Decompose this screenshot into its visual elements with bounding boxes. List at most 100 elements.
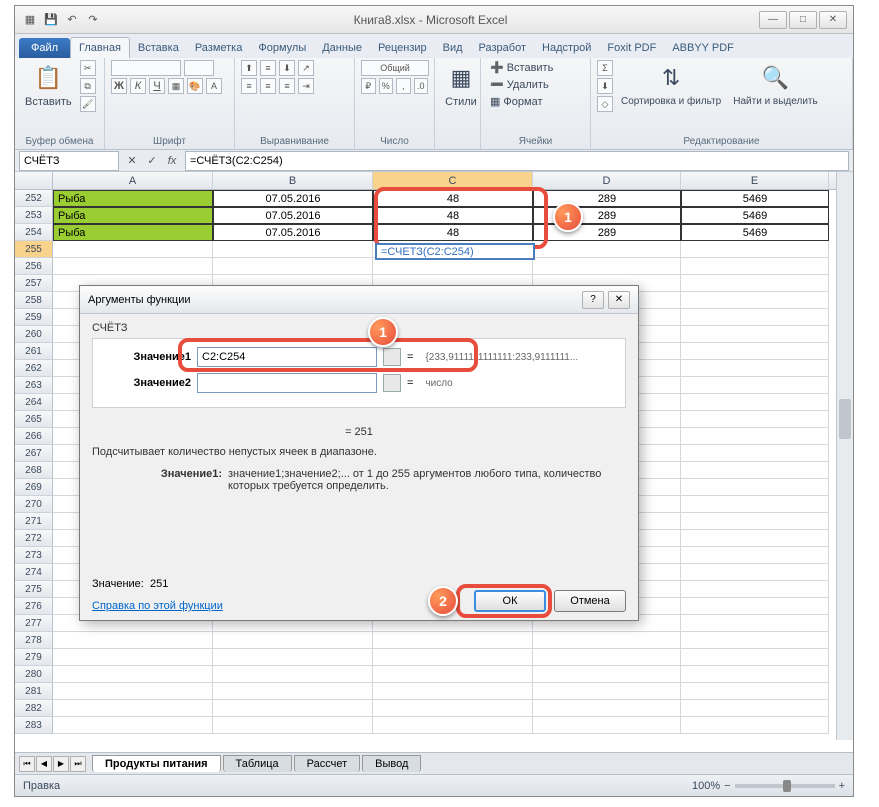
- align-top-icon[interactable]: ⬆: [241, 60, 257, 76]
- arg2-input[interactable]: [197, 373, 377, 393]
- cell[interactable]: [53, 632, 213, 649]
- format-cells[interactable]: ▦Формат: [487, 94, 556, 109]
- sheet-tab-4[interactable]: Вывод: [362, 755, 421, 772]
- row-header[interactable]: 261: [15, 343, 53, 360]
- home-tab[interactable]: Главная: [70, 37, 130, 58]
- orient-icon[interactable]: ↗: [298, 60, 314, 76]
- cell[interactable]: [681, 394, 829, 411]
- cell[interactable]: 07.05.2016: [213, 190, 373, 207]
- clear-icon[interactable]: ◇: [597, 96, 613, 112]
- row-header[interactable]: 255: [15, 241, 53, 258]
- cell[interactable]: Рыба: [53, 207, 213, 224]
- row-header[interactable]: 252: [15, 190, 53, 207]
- ok-button[interactable]: ОК: [474, 590, 546, 612]
- vertical-scrollbar[interactable]: [836, 172, 853, 740]
- indent-icon[interactable]: ⇥: [298, 78, 314, 94]
- cell[interactable]: [213, 649, 373, 666]
- cell[interactable]: [681, 666, 829, 683]
- zoom-out-icon[interactable]: −: [724, 780, 730, 792]
- cell[interactable]: [533, 683, 681, 700]
- align-bot-icon[interactable]: ⬇: [279, 60, 295, 76]
- layout-tab[interactable]: Разметка: [187, 38, 251, 58]
- cell[interactable]: [681, 615, 829, 632]
- cell[interactable]: [681, 428, 829, 445]
- cell[interactable]: [681, 513, 829, 530]
- row-header[interactable]: 265: [15, 411, 53, 428]
- cell[interactable]: [533, 700, 681, 717]
- cell[interactable]: [533, 649, 681, 666]
- row-header[interactable]: 253: [15, 207, 53, 224]
- zoom-thumb[interactable]: [783, 780, 791, 792]
- cell[interactable]: [533, 241, 681, 258]
- col-E[interactable]: E: [681, 172, 829, 189]
- cell[interactable]: [533, 632, 681, 649]
- cut-icon[interactable]: ✂: [80, 60, 96, 76]
- fx-icon[interactable]: fx: [163, 152, 181, 170]
- row-header[interactable]: 256: [15, 258, 53, 275]
- row-header[interactable]: 266: [15, 428, 53, 445]
- row-header[interactable]: 282: [15, 700, 53, 717]
- scrollbar-thumb[interactable]: [839, 399, 851, 439]
- row-header[interactable]: 274: [15, 564, 53, 581]
- cell[interactable]: [533, 258, 681, 275]
- cell[interactable]: [53, 683, 213, 700]
- formulas-tab[interactable]: Формулы: [250, 38, 314, 58]
- row-header[interactable]: 267: [15, 445, 53, 462]
- file-tab[interactable]: Файл: [19, 38, 70, 58]
- row-header[interactable]: 283: [15, 717, 53, 734]
- cell[interactable]: [53, 666, 213, 683]
- sheet-prev-icon[interactable]: ◀: [36, 756, 52, 772]
- save-icon[interactable]: 💾: [42, 11, 60, 29]
- cancel-button[interactable]: Отмена: [554, 590, 626, 612]
- dialog-help-button[interactable]: ?: [582, 291, 604, 309]
- cell[interactable]: 289: [533, 190, 681, 207]
- row-header[interactable]: 257: [15, 275, 53, 292]
- row-header[interactable]: 275: [15, 581, 53, 598]
- cell[interactable]: 5469: [681, 190, 829, 207]
- insert-tab[interactable]: Вставка: [130, 38, 187, 58]
- row-header[interactable]: 258: [15, 292, 53, 309]
- cell[interactable]: [533, 717, 681, 734]
- currency-icon[interactable]: ₽: [361, 78, 376, 94]
- cell[interactable]: 48: [373, 207, 533, 224]
- cell[interactable]: [681, 411, 829, 428]
- fill-icon2[interactable]: ⬇: [597, 78, 613, 94]
- addins-tab[interactable]: Надстрой: [534, 38, 599, 58]
- cell[interactable]: [533, 666, 681, 683]
- row-header[interactable]: 279: [15, 649, 53, 666]
- row-header[interactable]: 254: [15, 224, 53, 241]
- cell[interactable]: [681, 530, 829, 547]
- sheet-tab-1[interactable]: Продукты питания: [92, 755, 221, 772]
- fill-icon[interactable]: 🎨: [187, 78, 203, 94]
- cell[interactable]: [373, 700, 533, 717]
- cell[interactable]: [213, 632, 373, 649]
- sort-filter-button[interactable]: ⇅Сортировка и фильтр: [617, 60, 725, 109]
- cell[interactable]: 07.05.2016: [213, 224, 373, 241]
- cell[interactable]: [681, 564, 829, 581]
- insert-cells[interactable]: ➕Вставить: [487, 60, 556, 75]
- cell[interactable]: 48: [373, 190, 533, 207]
- row-header[interactable]: 270: [15, 496, 53, 513]
- cell[interactable]: [373, 632, 533, 649]
- align-right-icon[interactable]: ≡: [279, 78, 295, 94]
- formula-bar[interactable]: =СЧЁТЗ(C2:C254): [185, 151, 849, 171]
- cell[interactable]: 07.05.2016: [213, 207, 373, 224]
- italic-icon[interactable]: К: [130, 78, 146, 94]
- foxit-tab[interactable]: Foxit PDF: [599, 38, 664, 58]
- row-header[interactable]: 277: [15, 615, 53, 632]
- row-header[interactable]: 280: [15, 666, 53, 683]
- percent-icon[interactable]: %: [379, 78, 394, 94]
- row-header[interactable]: 259: [15, 309, 53, 326]
- align-left-icon[interactable]: ≡: [241, 78, 257, 94]
- format-painter-icon[interactable]: 🖌: [80, 96, 96, 112]
- bold-icon[interactable]: Ж: [111, 78, 127, 94]
- dialog-close-button[interactable]: ✕: [608, 291, 630, 309]
- cell[interactable]: [681, 275, 829, 292]
- cell[interactable]: [373, 683, 533, 700]
- cell[interactable]: [681, 581, 829, 598]
- spreadsheet-grid[interactable]: A B C D E 252 Рыба 07.05.2016 48 289 546…: [15, 172, 853, 740]
- row-header[interactable]: 272: [15, 530, 53, 547]
- row-header[interactable]: 281: [15, 683, 53, 700]
- col-A[interactable]: A: [53, 172, 213, 189]
- sheet-tab-2[interactable]: Таблица: [223, 755, 292, 772]
